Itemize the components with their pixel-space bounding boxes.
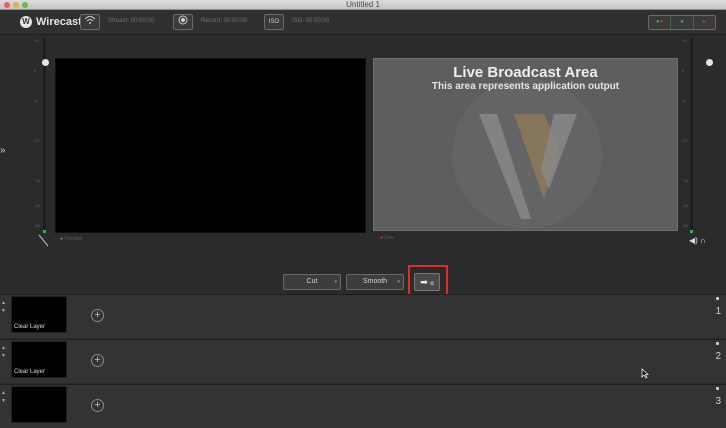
layer-thumbnail[interactable]: Clear Layer [11, 296, 67, 333]
layer-number: 3 [715, 396, 721, 407]
meter-track [690, 38, 693, 233]
layer-thumb-label: Clear Layer [14, 369, 46, 375]
layer-thumbnail[interactable]: Clear Layer [11, 341, 67, 378]
app-name: Wirecast [36, 16, 82, 28]
add-icon[interactable]: + [91, 309, 104, 322]
wirecast-logo-icon: W [20, 16, 32, 28]
record-button[interactable] [173, 14, 193, 30]
iso-button[interactable]: ISO [264, 14, 284, 30]
meter-track [43, 38, 46, 233]
meter-ticks: +6 0 -6 -12 -18 -24 -36 [682, 38, 688, 228]
add-icon[interactable]: + [91, 354, 104, 367]
layer-thumbnail[interactable] [11, 386, 67, 423]
layout-mode-3-button[interactable]: ▸ [694, 16, 715, 29]
meter-level [690, 230, 693, 233]
record-icon [178, 15, 188, 25]
layer-indicator [716, 342, 719, 345]
stream-timer: Stream: 00:00:00 [108, 18, 155, 24]
layer-reorder-icon[interactable]: ▲ ▼ [1, 299, 6, 315]
live-volume-knob[interactable] [706, 59, 713, 66]
live-label: ● Live [380, 235, 394, 241]
layer-reorder-icon[interactable]: ▲ ▼ [1, 389, 6, 405]
smooth-transition-select[interactable]: Smooth ▾ [346, 274, 404, 290]
layer-indicator [716, 297, 719, 300]
preview-audio-meter: +6 0 -6 -12 -18 -24 -36 [34, 38, 48, 233]
expand-icon[interactable]: » [0, 145, 6, 156]
live-audio-meter: +6 0 -6 -12 -18 -24 -36 [680, 38, 694, 233]
window-titlebar: Untitled 1 [0, 0, 726, 10]
record-timer: Record: 00:00:00 [201, 18, 248, 24]
wirecast-watermark-icon [452, 79, 602, 229]
layout-mode-2-button[interactable]: ● [671, 16, 694, 29]
wifi-icon [84, 16, 96, 24]
layer-row: ▲ ▼ + 3 [0, 384, 726, 428]
live-area-subtitle: This area represents application output [431, 81, 620, 92]
speaker-icon[interactable]: ◀) [689, 236, 698, 245]
stream-button[interactable] [80, 14, 100, 30]
iso-icon: ISO [268, 19, 280, 25]
live-area-title: Live Broadcast Area [453, 64, 598, 81]
live-broadcast-pane[interactable]: Live Broadcast Area This area represents… [373, 58, 678, 231]
layer-row: ▲ ▼ Clear Layer + 1 [0, 294, 726, 338]
layer-thumb-label: Clear Layer [14, 324, 46, 330]
layout-mode-group: ●● ● ▸ [648, 15, 716, 30]
layer-number: 1 [715, 306, 721, 317]
toolbar: W Wirecast Stream: 00:00:00 Record: 00:0… [0, 10, 726, 35]
meter-level [43, 230, 46, 233]
layer-indicator [716, 387, 719, 390]
layer-reorder-icon[interactable]: ▲ ▼ [1, 344, 6, 360]
cursor-icon [641, 368, 650, 382]
add-icon[interactable]: + [91, 399, 104, 412]
layer-row: ▲ ▼ Clear Layer + 2 [0, 339, 726, 383]
chevron-down-icon: ▾ [397, 279, 400, 285]
preview-volume-knob[interactable] [42, 59, 49, 66]
headphones-icon[interactable]: ∩ [700, 236, 706, 245]
layer-number: 2 [715, 351, 721, 362]
meter-ticks: +6 0 -6 -12 -18 -24 -36 [34, 38, 40, 228]
preview-label: ● Preview [60, 236, 83, 242]
volume-slider-line[interactable] [38, 234, 50, 248]
layout-mode-1-button[interactable]: ●● [649, 16, 672, 29]
cut-transition-select[interactable]: Cut ▾ [283, 274, 341, 290]
window-title: Untitled 1 [346, 0, 380, 9]
iso-timer: ISO: 00:00:00 [292, 18, 330, 24]
chevron-down-icon: ▾ [334, 279, 337, 285]
audio-controls: ◀) ∩ [689, 236, 706, 245]
preview-pane[interactable] [55, 58, 366, 233]
